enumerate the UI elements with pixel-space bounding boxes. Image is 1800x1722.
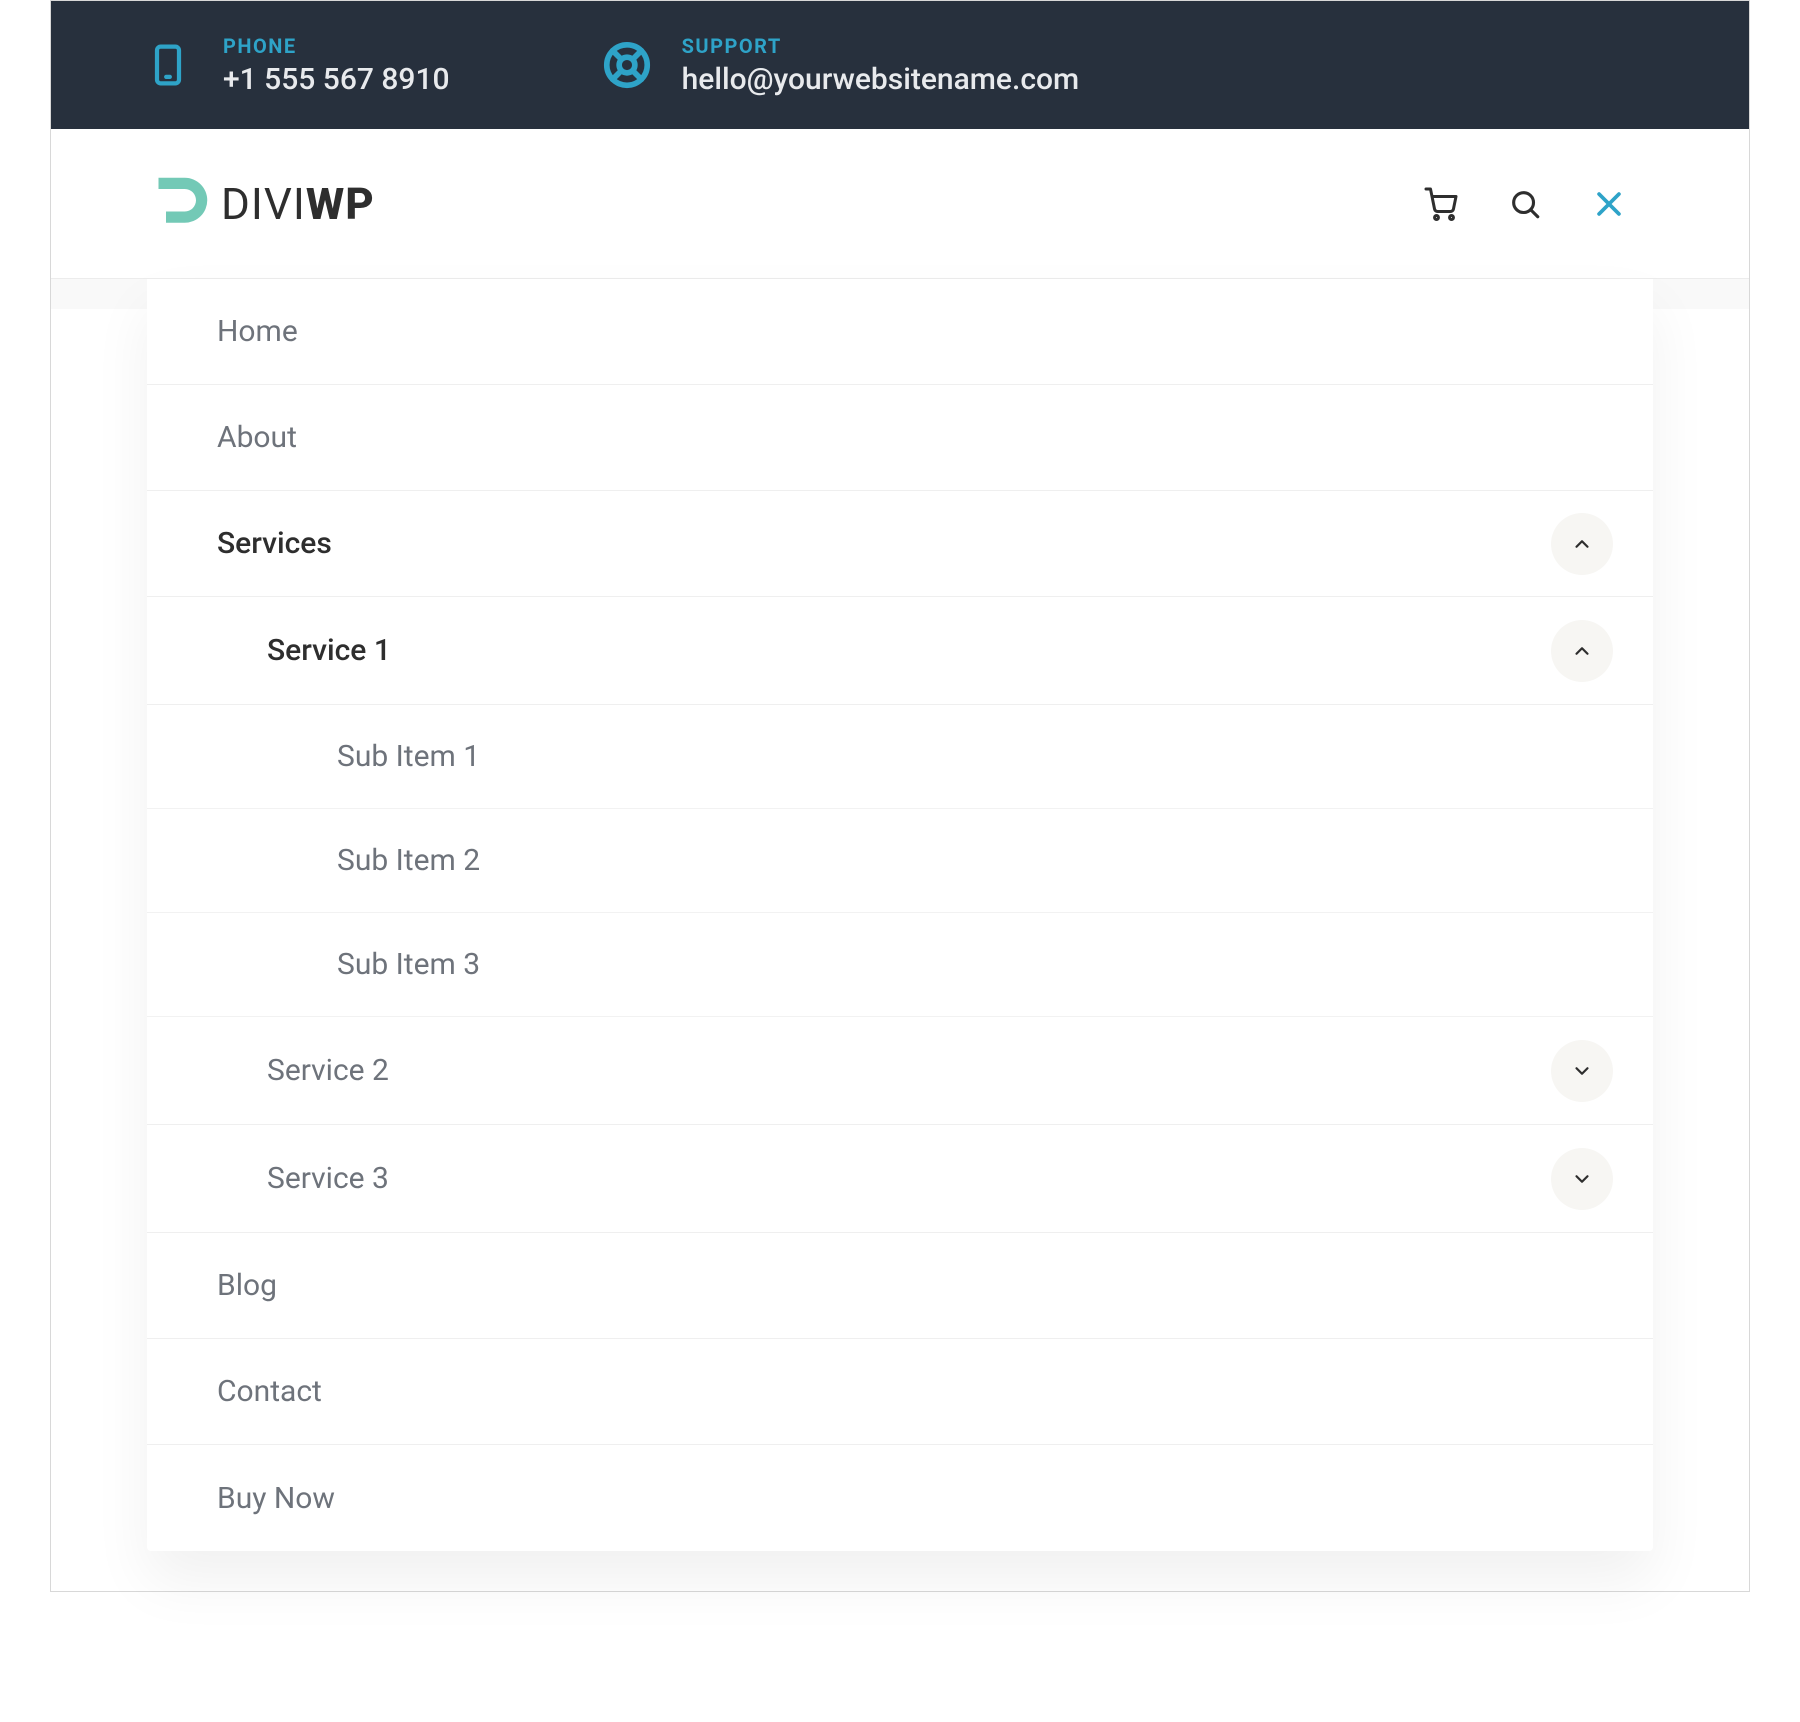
nav-contact-label: Contact — [217, 1374, 322, 1409]
header-actions — [1421, 184, 1629, 224]
topbar: PHONE +1 555 567 8910 SUPPORT — [51, 1, 1749, 129]
contact-phone[interactable]: PHONE +1 555 567 8910 — [141, 34, 450, 97]
nav-service-1-label: Service 1 — [267, 633, 391, 668]
chevron-down-icon[interactable] — [1551, 1040, 1613, 1102]
nav-sub-item-2[interactable]: Sub Item 2 — [147, 809, 1653, 913]
nav-sub-item-1[interactable]: Sub Item 1 — [147, 705, 1653, 809]
nav-blog[interactable]: Blog — [147, 1233, 1653, 1339]
chevron-up-icon[interactable] — [1551, 513, 1613, 575]
contact-phone-label: PHONE — [223, 34, 450, 58]
nav-sub-item-2-label: Sub Item 2 — [337, 843, 480, 878]
search-icon[interactable] — [1505, 184, 1545, 224]
cart-icon[interactable] — [1421, 184, 1461, 224]
nav-panel: Home About Services Service 1 — [147, 279, 1653, 1551]
contact-phone-value: +1 555 567 8910 — [223, 62, 450, 97]
contact-support-label: SUPPORT — [682, 34, 1080, 58]
contact-phone-text: PHONE +1 555 567 8910 — [223, 34, 450, 97]
nav-buy-now-label: Buy Now — [217, 1481, 335, 1516]
nav-service-1[interactable]: Service 1 — [147, 597, 1653, 705]
nav-sub-item-3[interactable]: Sub Item 3 — [147, 913, 1653, 1017]
nav-blog-label: Blog — [217, 1268, 277, 1303]
nav-about-label: About — [217, 420, 297, 455]
nav-services-label: Services — [217, 526, 332, 561]
nav-about[interactable]: About — [147, 385, 1653, 491]
nav-service-3-label: Service 3 — [267, 1161, 389, 1196]
page-frame: PHONE +1 555 567 8910 SUPPORT — [0, 0, 1800, 1722]
logo-text-bold: WP — [306, 178, 375, 230]
chevron-down-icon[interactable] — [1551, 1148, 1613, 1210]
nav-service-2-label: Service 2 — [267, 1053, 389, 1088]
contact-support-text: SUPPORT hello@yourwebsitename.com — [682, 34, 1080, 97]
phone-icon — [141, 38, 195, 92]
contact-support[interactable]: SUPPORT hello@yourwebsitename.com — [600, 34, 1080, 97]
below-header: Home About Services Service 1 — [51, 279, 1749, 1591]
header: DIVIWP — [51, 129, 1749, 279]
close-icon[interactable] — [1589, 184, 1629, 224]
lifebuoy-icon — [600, 38, 654, 92]
nav-home[interactable]: Home — [147, 279, 1653, 385]
screenshot-container: PHONE +1 555 567 8910 SUPPORT — [50, 0, 1750, 1592]
nav-service-3[interactable]: Service 3 — [147, 1125, 1653, 1233]
nav-service-2[interactable]: Service 2 — [147, 1017, 1653, 1125]
logo-mark-icon — [151, 172, 211, 236]
logo-text-light: DIVI — [221, 178, 306, 230]
logo-text: DIVIWP — [221, 178, 375, 230]
nav-services[interactable]: Services — [147, 491, 1653, 597]
chevron-up-icon[interactable] — [1551, 620, 1613, 682]
logo[interactable]: DIVIWP — [151, 172, 375, 236]
nav-sub-item-1-label: Sub Item 1 — [337, 739, 480, 774]
nav-sub-item-3-label: Sub Item 3 — [337, 947, 480, 982]
nav-contact[interactable]: Contact — [147, 1339, 1653, 1445]
nav-home-label: Home — [217, 314, 298, 349]
nav-buy-now[interactable]: Buy Now — [147, 1445, 1653, 1551]
contact-support-value: hello@yourwebsitename.com — [682, 62, 1080, 97]
